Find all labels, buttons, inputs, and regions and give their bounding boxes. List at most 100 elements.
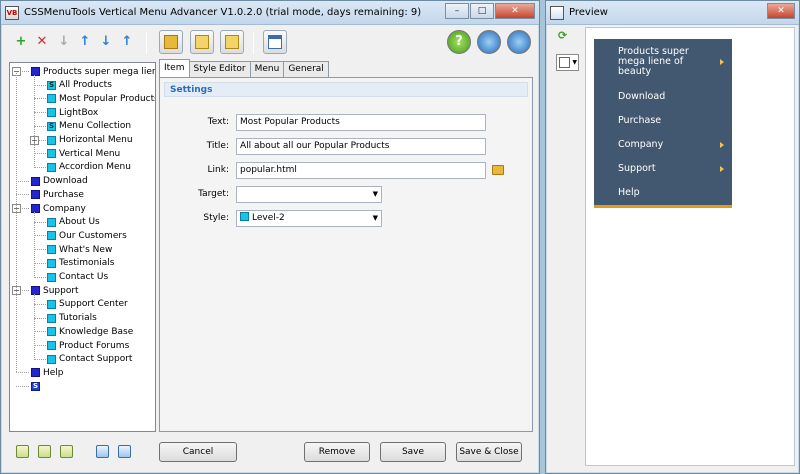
tree-connector	[34, 235, 46, 237]
menu-item-icon	[47, 162, 56, 172]
background-color-picker[interactable]: ▼	[556, 54, 579, 71]
preview-canvas: Products super mega liene of beauty Downl…	[585, 27, 795, 466]
tree-connector	[34, 276, 46, 278]
target-select[interactable]: ▼	[236, 186, 382, 203]
tree-item-label: Our Customers	[59, 230, 127, 241]
tree-item-label: Vertical Menu	[59, 148, 121, 159]
text-row: Text: Most Popular Products	[160, 114, 534, 131]
buy-icon[interactable]	[507, 30, 531, 54]
tree-item[interactable]: Vertical Menu	[47, 147, 120, 160]
add-item-icon[interactable]: +	[13, 34, 29, 50]
move-up-icon[interactable]: ↑	[77, 34, 93, 50]
tree-item[interactable]: S All Products	[47, 79, 112, 92]
tree-item[interactable]: S	[31, 380, 43, 393]
move-down-disabled-icon[interactable]: ↓	[56, 34, 72, 50]
tree-item-label: Knowledge Base	[59, 326, 134, 337]
title-field[interactable]: All about all our Popular Products	[236, 138, 486, 155]
add-sibling-button[interactable]	[220, 30, 244, 54]
open-project-button[interactable]	[159, 30, 183, 54]
link-row: Link: popular.html	[160, 162, 534, 179]
style-color-swatch	[240, 212, 249, 221]
tree-connector	[34, 84, 46, 86]
folder-open-icon	[164, 35, 178, 49]
tree-item[interactable]: Most Popular Products	[47, 92, 155, 105]
preview-menu-item[interactable]: Products super mega liene of beauty	[594, 39, 732, 85]
tree-connector	[34, 125, 46, 127]
tree-item[interactable]: Horizontal Menu	[47, 134, 133, 147]
menu-tree[interactable]: −Products super mega liene ofSAll Produc…	[9, 62, 156, 432]
preview-title: Preview	[569, 7, 608, 18]
preview-menu-item[interactable]: Purchase	[594, 109, 732, 133]
style-select[interactable]: Level-2 ▼	[236, 210, 382, 227]
text-field[interactable]: Most Popular Products	[236, 114, 486, 131]
paste-icon[interactable]	[118, 445, 131, 458]
tree-item[interactable]: Company	[31, 202, 86, 215]
preview-menu-label: Company	[618, 139, 664, 150]
tree-item[interactable]: LightBox	[47, 106, 98, 119]
tree-item[interactable]: About Us	[47, 216, 100, 229]
tree-item-label: Download	[43, 176, 88, 187]
preview-toolbar: ⟳ ▼	[552, 27, 582, 467]
preview-menu-label: Support	[618, 163, 656, 174]
preview-menu-item[interactable]: Download	[594, 85, 732, 109]
preview-close-button[interactable]: ✕	[767, 3, 795, 19]
save-close-button[interactable]: Save & Close	[456, 442, 522, 462]
move-down-icon[interactable]: ↓	[98, 34, 114, 50]
tab-menu[interactable]: Menu	[249, 61, 285, 77]
editor-tabs: Item Style Editor Menu General	[159, 59, 329, 77]
tree-item[interactable]: Contact Support	[47, 353, 132, 366]
link-field[interactable]: popular.html	[236, 162, 486, 179]
menu-item-icon	[47, 217, 56, 227]
add-child-button[interactable]	[190, 30, 214, 54]
tree-item[interactable]: Contact Us	[47, 271, 108, 284]
preview-menu-item[interactable]: Company	[594, 133, 732, 157]
tree-item[interactable]: Products super mega liene of	[31, 65, 155, 78]
move-top-icon[interactable]: ↑	[119, 34, 135, 50]
help-icon[interactable]: ?	[447, 30, 471, 54]
cancel-button[interactable]: Cancel	[159, 442, 237, 462]
tree-item[interactable]: Product Forums	[47, 339, 129, 352]
tree-item[interactable]: Knowledge Base	[47, 325, 133, 338]
maximize-button[interactable]: □	[470, 3, 494, 19]
save-button[interactable]: Save	[380, 442, 446, 462]
copy-icon[interactable]	[96, 445, 109, 458]
tree-item[interactable]: Purchase	[31, 188, 84, 201]
new-file-icon[interactable]	[16, 445, 29, 458]
tab-style-editor[interactable]: Style Editor	[188, 61, 251, 77]
tree-item[interactable]: Our Customers	[47, 229, 127, 242]
tree-insert-icon	[225, 35, 239, 49]
delete-item-icon[interactable]: ✕	[34, 34, 50, 50]
tree-item[interactable]: Help	[31, 366, 64, 379]
save-file-icon[interactable]	[60, 445, 73, 458]
refresh-icon[interactable]: ⟳	[558, 29, 567, 42]
tree-item[interactable]: Testimonials	[47, 257, 114, 270]
tree-item[interactable]: Support	[31, 284, 79, 297]
title-bar[interactable]: VB CSSMenuTools Vertical Menu Advancer V…	[1, 1, 539, 25]
tree-item[interactable]: S Menu Collection	[47, 120, 131, 133]
preview-title-bar[interactable]: Preview ✕	[546, 1, 799, 25]
tree-connector	[16, 180, 29, 182]
tab-general[interactable]: General	[283, 61, 329, 77]
publish-button[interactable]	[263, 30, 287, 54]
tree-item[interactable]: Accordion Menu	[47, 161, 131, 174]
tab-item[interactable]: Item	[159, 59, 190, 77]
tree-item[interactable]: What's New	[47, 243, 112, 256]
menu-item-icon	[47, 313, 56, 323]
preview-menu-item[interactable]: Help	[594, 181, 732, 205]
toolbar: + ✕ ↓ ↑ ↓ ↑ ?	[1, 26, 539, 62]
tree-item[interactable]: Tutorials	[47, 312, 97, 325]
preview-menu-item[interactable]: Support	[594, 157, 732, 181]
website-icon[interactable]	[477, 30, 501, 54]
browse-folder-icon[interactable]	[492, 165, 504, 175]
tree-item-label: Company	[43, 203, 86, 214]
link-label: Link:	[207, 165, 229, 175]
tree-item[interactable]: Download	[31, 175, 88, 188]
tree-item[interactable]: Support Center	[47, 298, 128, 311]
tree-connector	[34, 317, 46, 319]
close-button[interactable]: ✕	[495, 3, 535, 19]
tree-connector	[34, 212, 35, 278]
minimize-button[interactable]: –	[445, 3, 469, 19]
preview-menu-label: Download	[618, 91, 666, 102]
remove-button[interactable]: Remove	[304, 442, 370, 462]
open-file-icon[interactable]	[38, 445, 51, 458]
